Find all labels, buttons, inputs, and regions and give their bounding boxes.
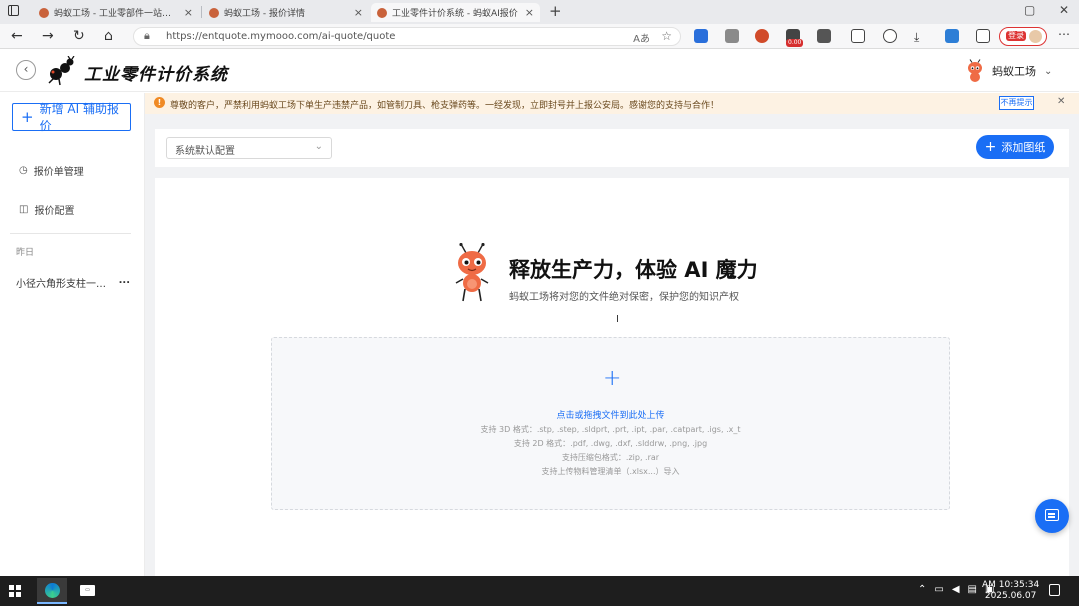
- upload-format-archive: 支持压缩包格式：.zip, .rar: [561, 453, 660, 462]
- ant-mascot-icon: [968, 59, 982, 82]
- file-upload-dropzone[interactable]: + 点击或拖拽文件到此处上传 支持 3D 格式：.stp, .step, .sl…: [271, 337, 950, 510]
- new-ai-quote-button[interactable]: + 新增 AI 辅助报价: [12, 102, 131, 133]
- toolbar-row: 系统默认配置 ⌄ + 添加图纸: [155, 129, 1069, 167]
- tab-actions-icon[interactable]: [8, 5, 19, 19]
- text-cursor-icon: I: [616, 314, 619, 325]
- clock-date: 2025.06.07: [984, 591, 1037, 601]
- upload-format-2d: 支持 2D 格式：.pdf, .dwg, .dxf, .slddrw, .png…: [513, 439, 708, 448]
- upload-action-text[interactable]: 点击或拖拽文件到此处上传: [272, 408, 949, 421]
- dont-show-again-button[interactable]: 不再提示: [999, 96, 1034, 110]
- app-brand-title: 工业零件计价系统: [84, 65, 228, 85]
- config-select-value: 系统默认配置: [175, 146, 235, 157]
- url-text[interactable]: https://entquote.mymooo.com/ai-quote/quo…: [166, 31, 395, 42]
- back-icon[interactable]: ←: [11, 28, 23, 44]
- browser-tab-strip: 蚂蚁工场 - 工业零部件一站式采购 × 蚂蚁工场 - 报价详情 × 工业零件计价…: [0, 0, 1079, 24]
- layout-icon: ◫: [19, 204, 29, 215]
- refresh-icon[interactable]: ↻: [73, 28, 85, 44]
- notification-center-icon[interactable]: [1049, 584, 1060, 596]
- plus-icon: +: [984, 139, 997, 155]
- taskbar-edge-app[interactable]: [37, 578, 67, 604]
- history-icon[interactable]: [883, 29, 897, 43]
- chat-support-button[interactable]: [1035, 499, 1069, 533]
- more-actions-icon[interactable]: ...: [119, 275, 130, 290]
- close-tab-icon[interactable]: ×: [184, 6, 193, 19]
- ant-favicon-icon: [39, 7, 49, 18]
- favorite-star-icon[interactable]: ☆: [661, 29, 672, 43]
- sidebar-item-label: 报价单管理: [33, 167, 84, 178]
- windows-start-icon[interactable]: [9, 585, 21, 597]
- notice-text: 尊敬的客户，严禁利用蚂蚁工场下单生产违禁产品，如管制刀具、枪支弹药等。一经发现，…: [170, 101, 720, 111]
- ant-mascot-icon: [455, 243, 489, 302]
- clock-time: AM 10:35:34: [982, 580, 1040, 590]
- chevron-down-icon: ⌄: [1044, 65, 1053, 77]
- app-header: ‹ 工业零件计价系统 蚂蚁工场 ⌄: [0, 50, 1079, 92]
- close-window-icon[interactable]: ✕: [1059, 3, 1069, 17]
- plus-icon: +: [21, 108, 34, 126]
- upload-format-bom: 支持上传物料管理清单（.xlsx...）导入: [541, 467, 680, 476]
- history-item[interactable]: 小径六角形支柱一端外螺纹另一端内螺纹 ...: [16, 275, 130, 290]
- edge-browser-icon: [45, 583, 60, 598]
- upload-panel: 释放生产力，体验 AI 魔力 蚂蚁工场将对您的文件绝对保密，保护您的知识产权 I…: [155, 178, 1069, 576]
- puzzle-icon[interactable]: [817, 29, 831, 43]
- config-select[interactable]: 系统默认配置 ⌄: [166, 137, 332, 159]
- clock-icon: ◷: [19, 165, 28, 176]
- history-item-title[interactable]: 小径六角形支柱一端外螺纹另一端内螺纹: [16, 275, 115, 290]
- extension-icon[interactable]: [945, 29, 959, 43]
- add-drawing-label: 添加图纸: [1001, 141, 1046, 154]
- extension-icon[interactable]: [694, 29, 708, 43]
- new-ai-quote-label: 新增 AI 辅助报价: [39, 102, 119, 133]
- sidebar: + 新增 AI 辅助报价 ◷ 报价单管理 ◫ 报价配置 昨日 小径六角形支柱一端…: [0, 93, 145, 576]
- split-screen-icon[interactable]: [851, 29, 865, 43]
- terminal-icon: ▭: [80, 585, 95, 596]
- history-section-label: 昨日: [16, 248, 35, 258]
- extension-icon[interactable]: [755, 29, 769, 43]
- reader-mode-icon[interactable]: Aあ: [633, 30, 650, 45]
- avatar: [1029, 30, 1042, 43]
- more-menu-icon[interactable]: ⋯: [1058, 27, 1070, 41]
- account-menu[interactable]: 蚂蚁工场 ⌄: [964, 59, 1052, 83]
- profile-button[interactable]: 登录: [999, 27, 1047, 46]
- taskbar-clock[interactable]: AM 10:35:34 2025.06.07: [982, 580, 1039, 602]
- chat-icon: [1045, 509, 1059, 521]
- plus-icon: +: [603, 366, 622, 391]
- home-icon[interactable]: ⌂: [104, 28, 113, 44]
- sidebar-item-quote-config[interactable]: ◫ 报价配置: [19, 202, 74, 217]
- address-bar[interactable]: 🔒︎ https://entquote.mymooo.com/ai-quote/…: [133, 27, 681, 46]
- main-content: 系统默认配置 ⌄ + 添加图纸 释放生产力，体验 AI 魔力 蚂蚁工场将对您的文…: [145, 114, 1079, 576]
- sidebar-item-quote-management[interactable]: ◷ 报价单管理: [19, 163, 84, 178]
- add-drawing-button[interactable]: + 添加图纸: [976, 135, 1054, 159]
- extension-badge: 0.00: [786, 39, 804, 47]
- taskbar: ▭ ⌃▭◀▤▣ AM 10:35:34 2025.06.07: [0, 576, 1079, 606]
- back-button[interactable]: ‹: [16, 60, 36, 80]
- browser-tab-active[interactable]: 工业零件计价系统 - 蚂蚁AI报价 ×: [371, 3, 540, 22]
- profile-label: 登录: [1006, 31, 1026, 41]
- close-tab-icon[interactable]: ×: [525, 6, 534, 19]
- notice-banner: ! 尊敬的客户，严禁利用蚂蚁工场下单生产违禁产品，如管制刀具、枪支弹药等。一经发…: [145, 93, 1079, 114]
- close-icon[interactable]: ✕: [1057, 96, 1065, 107]
- taskbar-terminal-app[interactable]: ▭: [72, 578, 102, 604]
- collections-icon[interactable]: [976, 29, 990, 43]
- extension-icon[interactable]: [725, 29, 739, 43]
- ant-favicon-icon: [209, 7, 219, 18]
- hero-title: 释放生产力，体验 AI 魔力: [509, 258, 758, 282]
- download-icon[interactable]: ⤓: [914, 29, 919, 45]
- sidebar-item-label: 报价配置: [34, 206, 75, 217]
- browser-tab[interactable]: 蚂蚁工场 - 报价详情 ×: [203, 3, 369, 22]
- new-tab-icon[interactable]: +: [549, 2, 562, 20]
- warning-icon: !: [154, 97, 165, 108]
- chevron-down-icon: ⌄: [314, 141, 323, 152]
- minimize-window-icon[interactable]: ▢: [1024, 3, 1035, 17]
- forward-icon[interactable]: →: [42, 28, 54, 44]
- lock-icon[interactable]: 🔒︎: [144, 29, 150, 43]
- upload-format-3d: 支持 3D 格式：.stp, .step, .sldprt, .prt, .ip…: [480, 425, 741, 434]
- close-tab-icon[interactable]: ×: [354, 6, 363, 19]
- sidebar-divider: [10, 233, 131, 234]
- ant-logo-icon: [48, 56, 75, 86]
- account-name: 蚂蚁工场: [992, 65, 1036, 78]
- browser-tab[interactable]: 蚂蚁工场 - 工业零部件一站式采购 ×: [33, 3, 199, 22]
- hero-subtitle: 蚂蚁工场将对您的文件绝对保密，保护您的知识产权: [509, 292, 739, 303]
- browser-toolbar: ← → ↻ ⌂ 🔒︎ https://entquote.mymooo.com/a…: [0, 24, 1079, 49]
- ant-favicon-icon: [377, 7, 387, 18]
